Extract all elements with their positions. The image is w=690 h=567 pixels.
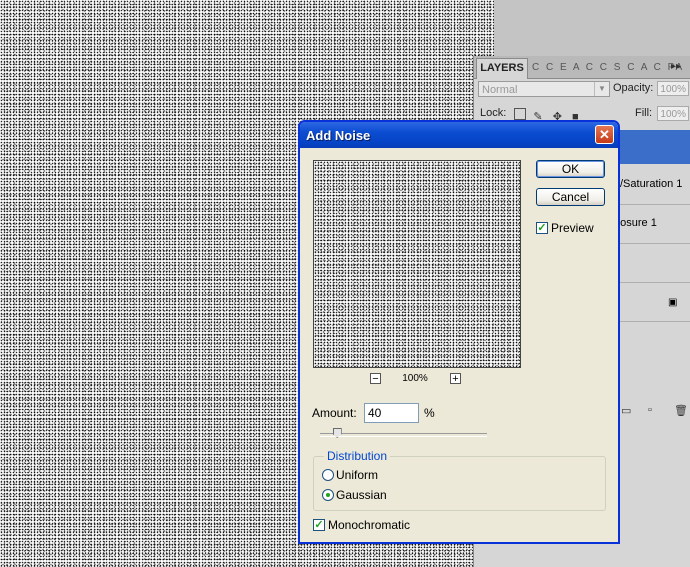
preview-label: Preview — [551, 221, 594, 235]
zoom-out-button[interactable]: − — [370, 373, 381, 385]
tab-layers[interactable]: LAYERS — [476, 58, 528, 79]
ok-button[interactable]: OK — [536, 160, 605, 178]
lock-label: Lock: — [480, 107, 507, 119]
chevron-down-icon: ▼ — [594, 82, 609, 96]
opacity-field[interactable]: 100% — [657, 81, 689, 96]
dialog-titlebar[interactable]: Add Noise ✕ — [300, 122, 618, 148]
gaussian-radio[interactable] — [322, 489, 334, 501]
distribution-group: Distribution Uniform Gaussian — [313, 449, 606, 511]
panel-other-tabs[interactable]: C C E A C C S C A C PA — [532, 62, 684, 73]
cancel-button[interactable]: Cancel — [536, 188, 605, 206]
trash-icon[interactable]: 🗑 — [674, 404, 688, 417]
layer-name: posure 1 — [614, 217, 657, 229]
blend-mode-select[interactable]: Normal ▼ — [478, 81, 610, 97]
opacity-label: Opacity: — [613, 82, 654, 94]
monochromatic-checkbox[interactable]: ✓ — [313, 519, 325, 531]
new-layer-icon[interactable]: ▫ — [648, 404, 652, 416]
gaussian-label: Gaussian — [336, 488, 387, 502]
amount-input[interactable]: 40 — [364, 403, 419, 423]
fill-label: Fill: — [635, 107, 653, 119]
zoom-controls: − 100% + — [370, 373, 470, 385]
blend-mode-value: Normal — [482, 84, 518, 96]
add-noise-dialog: Add Noise ✕ − 100% + OK Cancel ✓ Preview… — [298, 120, 620, 544]
dialog-body: − 100% + OK Cancel ✓ Preview Amount: 40 … — [300, 148, 618, 542]
amount-slider-track[interactable] — [320, 433, 487, 437]
amount-label: Amount: — [312, 406, 357, 420]
uniform-radio[interactable] — [322, 469, 334, 481]
distribution-label: Distribution — [324, 449, 391, 463]
uniform-label: Uniform — [336, 468, 379, 482]
preview-image[interactable] — [313, 160, 521, 368]
lock-transparency-icon[interactable] — [514, 108, 526, 120]
panel-menu-icon[interactable]: ▸▸ — [671, 61, 681, 72]
monochromatic-label: Monochromatic — [328, 518, 411, 532]
close-icon[interactable]: ✕ — [595, 125, 614, 144]
layer-lock-icon: ▣ — [668, 297, 678, 308]
amount-unit: % — [424, 406, 435, 420]
dialog-title: Add Noise — [306, 128, 371, 143]
panel-tabbar: LAYERS C C E A C C S C A C PA ▸▸ — [474, 56, 690, 79]
layer-name: /Saturation 1 — [620, 178, 683, 190]
zoom-in-button[interactable]: + — [450, 373, 461, 385]
new-group-icon[interactable]: ▭ — [621, 404, 631, 417]
preview-checkbox[interactable]: ✓ — [536, 222, 548, 234]
fill-field[interactable]: 100% — [657, 106, 689, 121]
zoom-value: 100% — [402, 373, 428, 384]
